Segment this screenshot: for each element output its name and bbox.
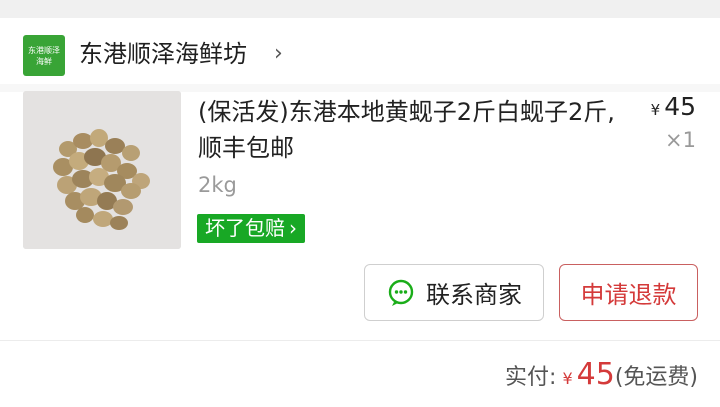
shop-logo-line2: 海鲜 (36, 56, 52, 66)
refund-label: 申请退款 (580, 281, 677, 309)
price-currency: ¥ (650, 101, 661, 119)
shop-name[interactable]: 东港顺泽海鲜坊 (79, 38, 247, 70)
order-card: 东港顺泽 海鲜 东港顺泽海鲜坊 › (保活发)东港本地黄蚬子2斤白蚬子2斤,顺丰… (0, 18, 720, 407)
payment-summary: 实付: ¥45(免运费) (505, 356, 698, 398)
contact-merchant-button[interactable]: 联系商家 (364, 264, 544, 321)
clam-photo-icon (23, 91, 181, 249)
contact-merchant-label: 联系商家 (426, 281, 522, 309)
product-image[interactable] (23, 91, 181, 249)
divider (0, 340, 720, 341)
refund-button[interactable]: 申请退款 (559, 264, 698, 321)
top-spacer (0, 0, 720, 18)
guarantee-chevron-icon: › (289, 216, 297, 240)
shipping-note: (免运费) (614, 365, 698, 390)
payment-amount: 45 (576, 357, 615, 392)
shop-logo-line1: 东港顺泽 (28, 45, 60, 55)
price-value: 45 (664, 92, 696, 121)
payment-label: 实付: (505, 365, 557, 390)
guarantee-badge[interactable]: 坏了包赔 › (197, 214, 305, 243)
product-spec: 2kg (198, 173, 237, 197)
shop-chevron-right-icon[interactable]: › (274, 40, 283, 68)
guarantee-label: 坏了包赔 (205, 216, 285, 240)
product-quantity: ×1 (665, 128, 696, 152)
payment-currency: ¥ (562, 369, 573, 388)
wechat-chat-icon (388, 279, 414, 306)
product-price: ¥45 (651, 92, 696, 121)
shop-logo[interactable]: 东港顺泽 海鲜 (23, 35, 65, 76)
product-title[interactable]: (保活发)东港本地黄蚬子2斤白蚬子2斤,顺丰包邮 (198, 94, 628, 166)
